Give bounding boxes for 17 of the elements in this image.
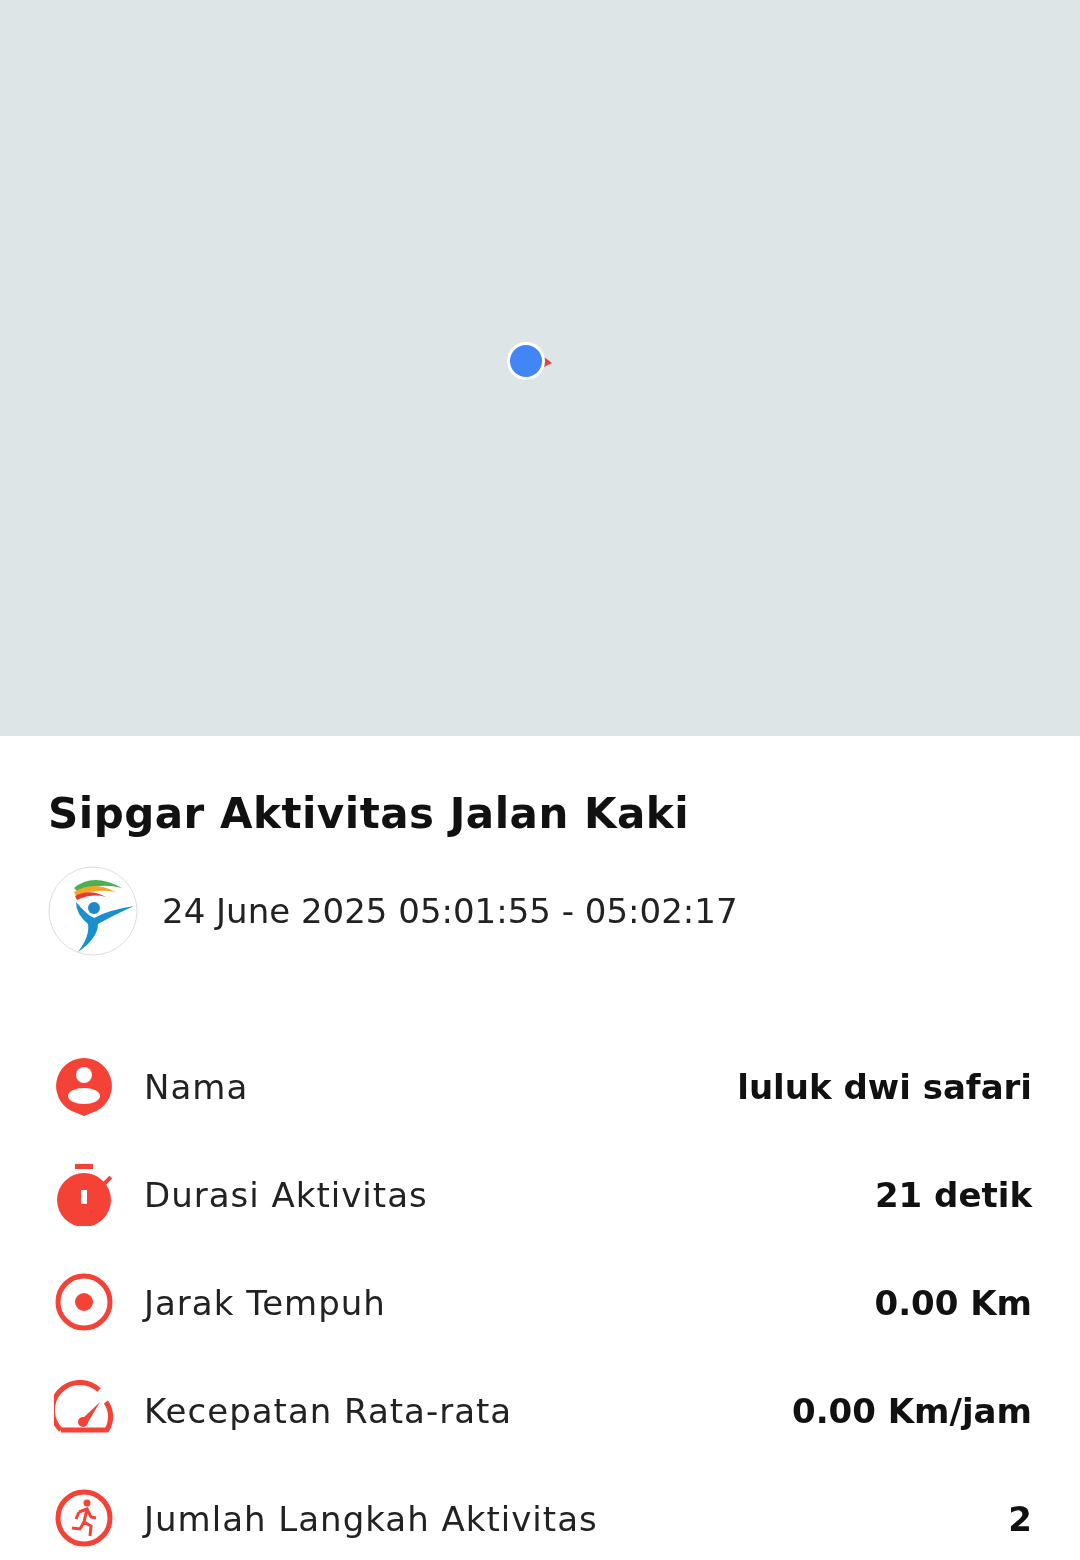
stat-label: Jumlah Langkah Aktivitas bbox=[144, 1499, 599, 1539]
location-marker-icon bbox=[506, 339, 554, 383]
stat-value: 0.00 Km bbox=[874, 1283, 1032, 1323]
date-time-range: 24 June 2025 05:01:55 - 05:02:17 bbox=[162, 891, 738, 931]
stopwatch-icon bbox=[54, 1164, 114, 1226]
stat-value: luluk dwi safari bbox=[737, 1067, 1032, 1107]
stat-label: Jarak Tempuh bbox=[144, 1283, 387, 1323]
stat-value: 21 detik bbox=[874, 1175, 1032, 1215]
map-area[interactable] bbox=[0, 0, 1080, 736]
person-pin-icon bbox=[54, 1056, 114, 1118]
logo-icon bbox=[48, 866, 138, 956]
stat-label: Kecepatan Rata-rata bbox=[144, 1391, 514, 1431]
stat-label: Nama bbox=[144, 1067, 250, 1107]
activity-title: Sipgar Aktivitas Jalan Kaki bbox=[48, 788, 691, 840]
stat-value: 2 bbox=[1008, 1499, 1032, 1539]
stat-label: Durasi Aktivitas bbox=[144, 1175, 429, 1215]
stat-value: 0.00 Km/jam bbox=[792, 1391, 1032, 1431]
